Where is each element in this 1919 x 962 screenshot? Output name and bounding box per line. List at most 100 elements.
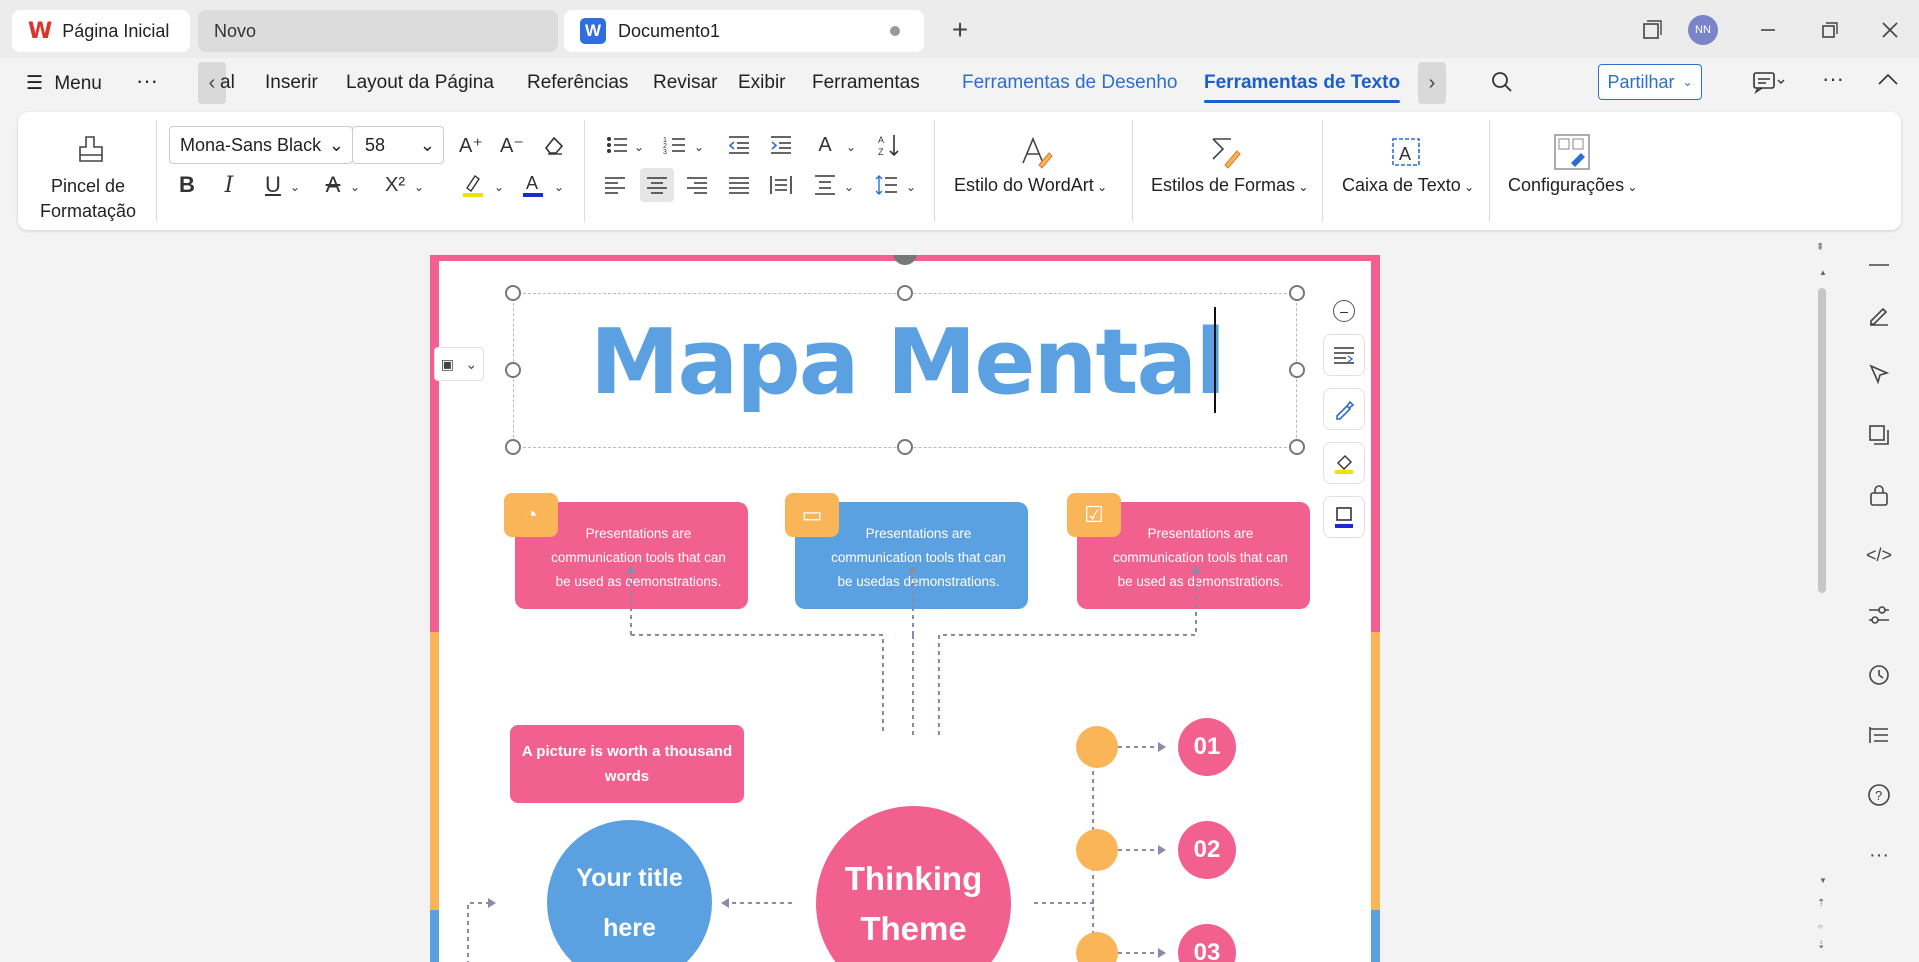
- minimize-panel-icon[interactable]: [1864, 250, 1894, 280]
- scroll-up-icon[interactable]: ▲: [1819, 268, 1827, 277]
- ribbon-divider: [1322, 120, 1323, 222]
- brush-style-icon[interactable]: [1323, 388, 1365, 430]
- help-icon[interactable]: ?: [1864, 780, 1894, 810]
- split-icon[interactable]: ⇞: [1816, 242, 1824, 253]
- tab-text-tools[interactable]: Ferramentas de Texto: [1204, 72, 1400, 94]
- wps-logo-icon: W: [28, 18, 53, 44]
- wordart-style-button[interactable]: Estilo do WordArt ⌄: [954, 175, 1107, 196]
- menu-item-exibir[interactable]: Exibir: [738, 72, 786, 94]
- format-painter-button[interactable]: Pincel de Formatação: [40, 174, 136, 224]
- chevron-down-icon[interactable]: ⌄: [484, 172, 514, 202]
- history-icon[interactable]: [1864, 660, 1894, 690]
- scroll-thumb[interactable]: [1818, 288, 1826, 593]
- decrease-indent-icon[interactable]: [724, 130, 754, 160]
- menu-item-inserir[interactable]: Inserir: [265, 72, 318, 94]
- pen-edit-icon[interactable]: [1864, 300, 1894, 330]
- collapse-ribbon-icon[interactable]: [1876, 70, 1900, 95]
- settings-label: Configurações: [1508, 175, 1625, 195]
- font-size-select[interactable]: 58 ⌄: [352, 126, 444, 164]
- select-objects-icon[interactable]: [1864, 420, 1894, 450]
- tab-home[interactable]: W Página Inicial: [12, 10, 190, 52]
- shape-styles-button[interactable]: Estilos de Formas ⌄: [1151, 175, 1308, 196]
- ribbon-divider: [1132, 120, 1133, 222]
- outline-navigation-icon[interactable]: [1864, 720, 1894, 750]
- next-page-icon[interactable]: ⇣: [1817, 940, 1825, 951]
- menu-item-layout[interactable]: Layout da Página: [346, 72, 494, 94]
- chevron-down-icon[interactable]: ⌄: [684, 132, 714, 162]
- restore-icon[interactable]: [1812, 12, 1848, 48]
- menu-item-partial[interactable]: al: [220, 72, 235, 94]
- share-button[interactable]: Partilhar ⌄: [1598, 64, 1702, 100]
- bold-icon[interactable]: B: [172, 170, 202, 200]
- menu-button[interactable]: ☰ Menu: [26, 72, 102, 95]
- unsaved-dot-icon[interactable]: [890, 26, 900, 36]
- chevron-down-icon: ⌄: [328, 135, 344, 155]
- lock-icon[interactable]: [1864, 480, 1894, 510]
- more-icon[interactable]: ···: [1864, 840, 1894, 870]
- more-menu-icon[interactable]: ···: [136, 68, 158, 94]
- align-right-icon[interactable]: [682, 170, 712, 200]
- menu-item-ferramentas[interactable]: Ferramentas: [812, 72, 920, 94]
- menu-item-referencias[interactable]: Referências: [527, 72, 628, 94]
- vertical-scrollbar[interactable]: ⇞ ▲ ▼ ⇡ ○ ⇣: [1812, 240, 1836, 962]
- chevron-down-icon[interactable]: ⌄: [404, 172, 434, 202]
- italic-icon[interactable]: I: [214, 170, 244, 200]
- chevron-down-icon[interactable]: ⌄: [544, 172, 574, 202]
- distributed-align-icon[interactable]: [766, 170, 796, 200]
- minimize-icon[interactable]: [1750, 12, 1786, 48]
- font-name-select[interactable]: Mona-Sans Black ⌄: [169, 126, 353, 164]
- sort-icon[interactable]: AZ: [874, 130, 904, 160]
- grow-font-icon[interactable]: A⁺: [456, 130, 486, 160]
- adjust-sliders-icon[interactable]: [1864, 600, 1894, 630]
- outline-color-icon[interactable]: [1323, 496, 1365, 538]
- text-box-label: Caixa de Texto: [1342, 175, 1461, 195]
- tab-document[interactable]: W Documento1: [564, 10, 924, 52]
- code-icon[interactable]: </>: [1864, 540, 1894, 570]
- shape-styles-label: Estilos de Formas: [1151, 175, 1296, 195]
- tab-new-label: Novo: [214, 20, 257, 41]
- number-badge[interactable]: 02: [1178, 821, 1236, 879]
- settings-button[interactable]: Configurações ⌄: [1508, 175, 1637, 196]
- chevron-down-icon[interactable]: ⌄: [834, 172, 864, 202]
- menu-item-revisar[interactable]: Revisar: [653, 72, 717, 94]
- settings-icon[interactable]: [1552, 132, 1592, 172]
- text-box-button[interactable]: Caixa de Texto ⌄: [1342, 175, 1474, 196]
- wordart-icon[interactable]: [1016, 132, 1056, 172]
- align-center-icon[interactable]: [640, 168, 674, 202]
- select-cursor-icon[interactable]: [1864, 360, 1894, 390]
- document-page[interactable]: ▣ ⌄ Mapa Mental Presentations are communi…: [430, 255, 1380, 962]
- shrink-font-icon[interactable]: A⁻: [497, 130, 527, 160]
- bullet-dot: [1076, 829, 1118, 871]
- fill-color-icon[interactable]: [1323, 442, 1365, 484]
- prev-page-icon[interactable]: ⇡: [1817, 898, 1825, 909]
- chevron-down-icon[interactable]: ⌄: [836, 132, 866, 162]
- chevron-down-icon[interactable]: ⌄: [896, 172, 926, 202]
- browse-object-icon[interactable]: ○: [1818, 922, 1823, 931]
- scroll-down-icon[interactable]: ▼: [1819, 876, 1827, 885]
- close-icon[interactable]: [1872, 12, 1908, 48]
- quote-box[interactable]: A picture is worth a thousand words: [510, 725, 744, 803]
- increase-indent-icon[interactable]: [766, 130, 796, 160]
- tab-new[interactable]: Novo: [198, 10, 558, 52]
- scroll-right-button[interactable]: ›: [1418, 62, 1446, 104]
- number-badge[interactable]: 01: [1178, 718, 1236, 776]
- new-tab-button[interactable]: +: [942, 12, 978, 48]
- window-switch-icon[interactable]: [1634, 12, 1670, 48]
- wordart-label: Estilo do WordArt: [954, 175, 1094, 195]
- collapse-toolbar-icon[interactable]: –: [1333, 300, 1355, 322]
- more-options-icon[interactable]: ···: [1822, 66, 1844, 92]
- comment-icon[interactable]: [1752, 70, 1786, 99]
- clear-format-icon[interactable]: [538, 130, 568, 160]
- search-icon[interactable]: [1490, 70, 1514, 100]
- shape-styles-icon[interactable]: [1206, 132, 1246, 172]
- chevron-down-icon[interactable]: ⌄: [340, 172, 370, 202]
- chevron-down-icon[interactable]: ⌄: [280, 172, 310, 202]
- align-left-icon[interactable]: [600, 170, 630, 200]
- text-wrap-icon[interactable]: [1323, 334, 1365, 376]
- format-painter-icon[interactable]: [71, 130, 111, 170]
- chevron-down-icon[interactable]: ⌄: [624, 132, 654, 162]
- avatar[interactable]: NN: [1688, 15, 1718, 45]
- text-box-icon[interactable]: A: [1386, 132, 1426, 172]
- tab-drawing-tools[interactable]: Ferramentas de Desenho: [962, 72, 1177, 94]
- justify-icon[interactable]: [724, 170, 754, 200]
